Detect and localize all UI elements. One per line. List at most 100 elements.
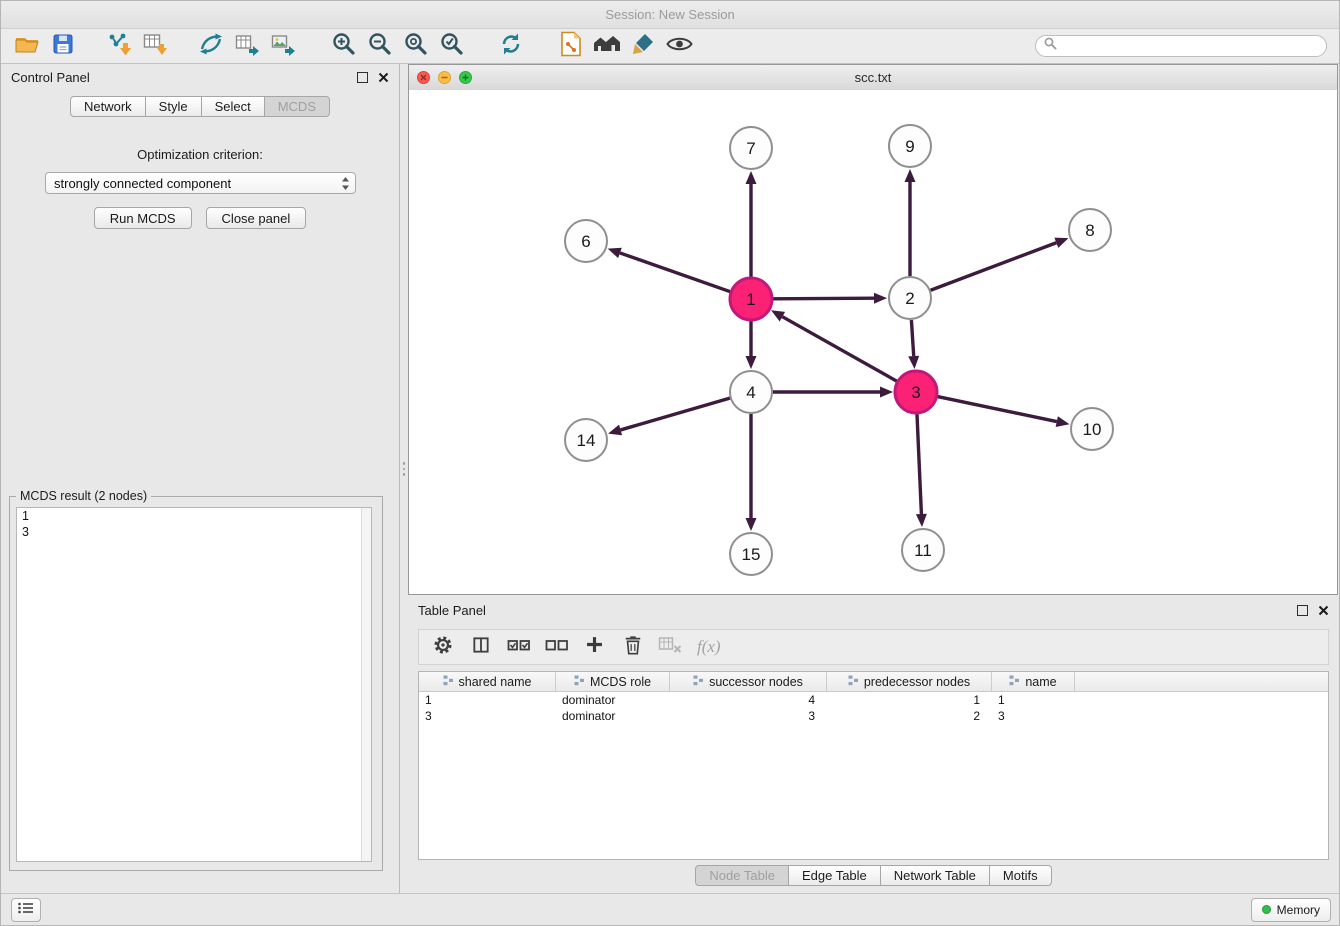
network-arrows-button[interactable] xyxy=(193,31,229,61)
network-window-title: scc.txt xyxy=(855,70,892,85)
application-window: Session: New Session xyxy=(0,0,1340,926)
table-cell: dominator xyxy=(556,693,670,707)
table-row[interactable]: 1dominator411 xyxy=(419,692,1328,708)
column-header-successor-nodes[interactable]: successor nodes xyxy=(670,672,827,691)
show-columns-button[interactable] xyxy=(469,636,492,659)
home-layout-button[interactable] xyxy=(589,31,625,61)
column-header-shared-name[interactable]: shared name xyxy=(419,672,556,691)
table-tab-node-table[interactable]: Node Table xyxy=(695,865,789,886)
control-tab-mcds[interactable]: MCDS xyxy=(264,96,330,117)
graph-edge-3-11[interactable] xyxy=(917,414,921,514)
export-table-button[interactable] xyxy=(229,31,265,61)
control-tab-network[interactable]: Network xyxy=(70,96,146,117)
float-panel-icon[interactable] xyxy=(357,72,368,83)
search-icon xyxy=(1044,37,1057,55)
run-mcds-button[interactable]: Run MCDS xyxy=(94,207,192,229)
minimize-window-button[interactable] xyxy=(438,71,451,84)
control-panel-title: Control Panel xyxy=(11,70,90,85)
maximize-window-button[interactable] xyxy=(459,71,472,84)
network-window: scc.txt 7968124314101511 xyxy=(408,64,1338,595)
zoom-selected-button[interactable] xyxy=(433,31,469,61)
mcds-result-item: 3 xyxy=(17,524,371,540)
close-table-panel-icon[interactable] xyxy=(1318,605,1329,616)
close-panel-button[interactable]: Close panel xyxy=(206,207,307,229)
column-header-filler xyxy=(1075,672,1328,691)
export-image-button[interactable] xyxy=(265,31,301,61)
delete-table-button[interactable] xyxy=(659,636,682,659)
table-row[interactable]: 3dominator323 xyxy=(419,708,1328,724)
import-table-icon xyxy=(142,31,168,62)
network-graph[interactable]: 7968124314101511 xyxy=(409,90,1337,594)
graph-edge-3-10[interactable] xyxy=(938,397,1057,422)
graph-edge-1-6[interactable] xyxy=(620,253,730,292)
add-column-button[interactable] xyxy=(583,636,606,659)
dropdown-stepper-icon xyxy=(341,176,350,194)
delete-column-button[interactable] xyxy=(621,636,644,659)
zoom-selected-icon xyxy=(439,31,464,61)
eye-icon xyxy=(666,35,693,58)
graph-edge-3-1[interactable] xyxy=(782,317,896,382)
network-window-titlebar[interactable]: scc.txt xyxy=(409,65,1337,91)
function-builder-button[interactable]: f(x) xyxy=(697,637,721,657)
save-session-button[interactable] xyxy=(45,31,81,61)
column-label: MCDS role xyxy=(590,675,651,689)
show-panels-button[interactable] xyxy=(11,898,41,922)
column-type-icon xyxy=(693,675,704,689)
graph-edge-2-3[interactable] xyxy=(911,320,913,356)
select-all-columns-button[interactable] xyxy=(507,636,530,659)
network-canvas[interactable]: 7968124314101511 xyxy=(409,90,1337,594)
close-window-button[interactable] xyxy=(417,71,430,84)
search-field[interactable] xyxy=(1035,35,1327,57)
table-panel-tabs: Node TableEdge TableNetwork TableMotifs xyxy=(408,865,1339,886)
memory-button[interactable]: Memory xyxy=(1251,898,1331,922)
result-scrollbar[interactable] xyxy=(361,508,371,861)
graph-node-label: 2 xyxy=(905,289,914,308)
show-hide-button[interactable] xyxy=(661,31,697,61)
table-tab-motifs[interactable]: Motifs xyxy=(989,865,1052,886)
control-tab-style[interactable]: Style xyxy=(145,96,202,117)
gear-icon xyxy=(432,634,454,661)
graph-edge-2-8[interactable] xyxy=(931,243,1057,291)
graph-edge-4-14[interactable] xyxy=(621,398,730,430)
table-panel-header: Table Panel xyxy=(408,597,1339,623)
network-document-button[interactable] xyxy=(553,31,589,61)
apply-style-button[interactable] xyxy=(625,31,661,61)
unselect-all-columns-button[interactable] xyxy=(545,636,568,659)
import-network-icon xyxy=(106,31,132,62)
mcds-result-list[interactable]: 13 xyxy=(16,507,372,862)
vertical-splitter-handle[interactable] xyxy=(400,456,408,482)
column-header-predecessor-nodes[interactable]: predecessor nodes xyxy=(827,672,992,691)
graph-node-label: 9 xyxy=(905,137,914,156)
memory-label: Memory xyxy=(1277,903,1320,917)
float-table-panel-icon[interactable] xyxy=(1297,605,1308,616)
refresh-layout-button[interactable] xyxy=(493,31,529,61)
open-session-button[interactable] xyxy=(9,31,45,61)
mcds-result-title: MCDS result (2 nodes) xyxy=(16,489,151,503)
export-image-icon xyxy=(270,31,296,62)
control-tab-select[interactable]: Select xyxy=(201,96,265,117)
column-header-mcds-role[interactable]: MCDS role xyxy=(556,672,670,691)
criterion-dropdown[interactable]: strongly connected component xyxy=(45,172,356,194)
table-tab-edge-table[interactable]: Edge Table xyxy=(788,865,881,886)
window-titlebar: Session: New Session xyxy=(1,1,1339,29)
zoom-in-button[interactable] xyxy=(325,31,361,61)
column-header-name[interactable]: name xyxy=(992,672,1075,691)
table-settings-button[interactable] xyxy=(431,636,454,659)
control-panel: Control Panel NetworkStyleSelectMCDS Opt… xyxy=(1,64,400,893)
import-network-button[interactable] xyxy=(101,31,137,61)
search-input[interactable] xyxy=(1062,38,1318,55)
graph-node-label: 8 xyxy=(1085,221,1094,240)
graph-node-label: 7 xyxy=(746,139,755,158)
graph-edge-1-2[interactable] xyxy=(773,298,874,299)
zoom-fit-button[interactable] xyxy=(397,31,433,61)
window-controls xyxy=(417,71,472,84)
zoom-fit-icon xyxy=(403,31,428,61)
table-cell: 2 xyxy=(827,709,992,723)
delete-table-icon xyxy=(658,635,683,660)
table-body: 1dominator4113dominator323 xyxy=(419,692,1328,724)
table-tab-network-table[interactable]: Network Table xyxy=(880,865,990,886)
edge-arrowhead xyxy=(746,356,757,369)
close-panel-icon[interactable] xyxy=(378,72,389,83)
import-table-button[interactable] xyxy=(137,31,173,61)
zoom-out-button[interactable] xyxy=(361,31,397,61)
